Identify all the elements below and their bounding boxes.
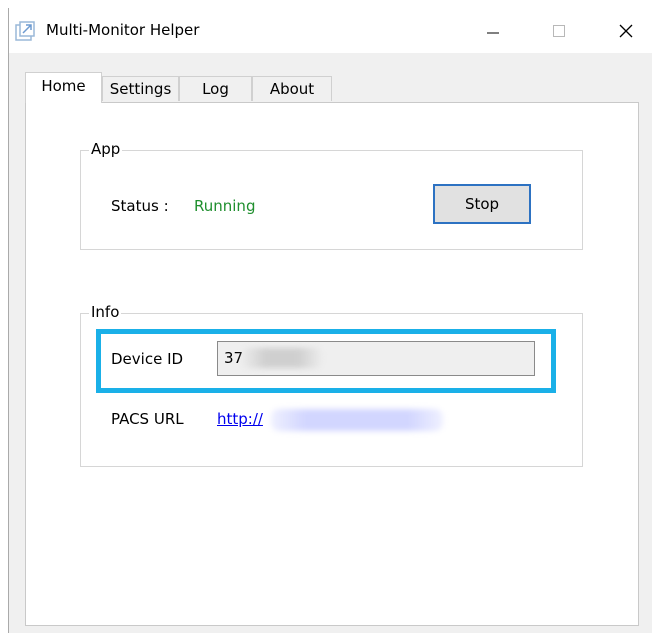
title-bar[interactable]: Multi-Monitor Helper: [9, 8, 652, 53]
app-window: Multi-Monitor Helper Home Settings Log A…: [8, 8, 652, 633]
device-id-label: Device ID: [111, 350, 184, 368]
pacs-url-label: PACS URL: [111, 410, 184, 428]
app-group: App Status : Running Stop: [80, 140, 583, 250]
external-link-icon: [14, 20, 36, 42]
stop-button[interactable]: Stop: [433, 184, 531, 224]
info-group: Info Device ID 37 PACS URL http://: [80, 303, 583, 467]
tab-about[interactable]: About: [252, 76, 332, 101]
tab-log[interactable]: Log: [179, 76, 252, 101]
pacs-url-redaction: [271, 409, 443, 431]
close-button[interactable]: [603, 8, 649, 53]
status-value: Running: [194, 197, 256, 215]
pacs-url-link[interactable]: http://: [217, 409, 263, 429]
minimize-icon: [487, 32, 499, 33]
maximize-button[interactable]: [536, 8, 582, 53]
info-group-legend: Info: [89, 303, 122, 321]
status-label: Status :: [111, 197, 169, 215]
tab-home[interactable]: Home: [25, 72, 102, 103]
home-panel: App Status : Running Stop Info Device ID…: [25, 102, 639, 626]
window-title: Multi-Monitor Helper: [46, 21, 200, 39]
close-icon: [619, 24, 633, 37]
minimize-button[interactable]: [470, 8, 516, 53]
maximize-icon: [553, 24, 565, 37]
device-id-redaction: [241, 348, 323, 368]
tab-settings[interactable]: Settings: [102, 76, 179, 101]
app-group-legend: App: [89, 140, 123, 158]
